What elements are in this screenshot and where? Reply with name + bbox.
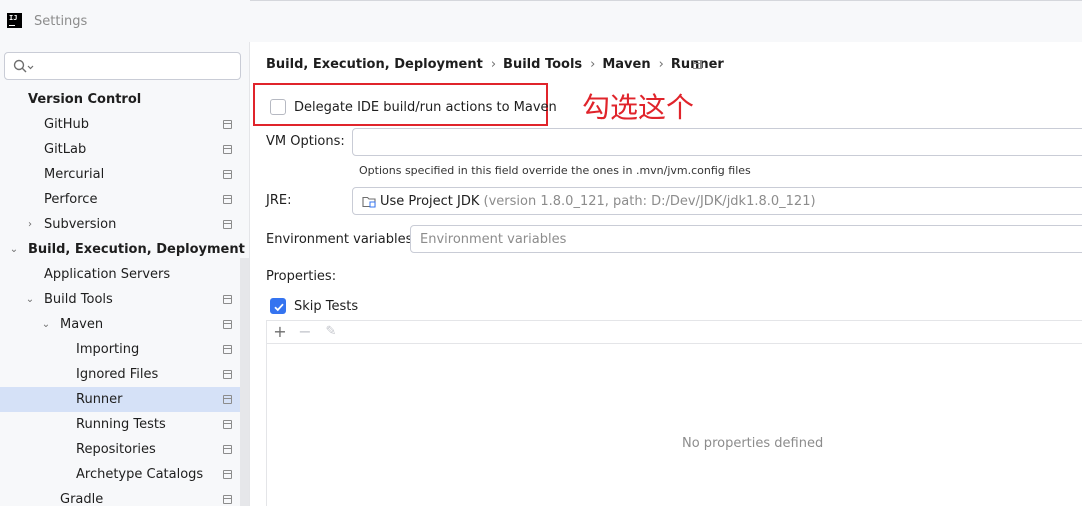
- sidebar-item-importing[interactable]: Importing: [0, 337, 240, 362]
- sidebar-item-repositories[interactable]: Repositories: [0, 437, 240, 462]
- chevron-down-icon[interactable]: ⌄: [24, 287, 36, 312]
- top-divider: [250, 0, 1082, 1]
- sidebar-item-label: GitLab: [44, 142, 87, 157]
- project-level-icon: [223, 220, 232, 229]
- properties-toolbar: + − ✎: [266, 320, 1082, 344]
- vm-options-hint: Options specified in this field override…: [359, 164, 751, 177]
- sidebar-item-application-servers[interactable]: Application Servers: [0, 262, 240, 287]
- sidebar-item-label: Mercurial: [44, 167, 105, 182]
- vm-options-input[interactable]: [352, 128, 1082, 156]
- sidebar-item-build-tools[interactable]: ⌄ Build Tools: [0, 287, 240, 312]
- settings-search-input[interactable]: [4, 52, 241, 80]
- jre-label: JRE:: [266, 193, 292, 208]
- project-level-icon: [223, 170, 232, 179]
- sidebar-item-label: Build, Execution, Deployment: [28, 242, 245, 257]
- breadcrumb: Build, Execution, Deployment › Build Tools…: [266, 57, 724, 72]
- folder-icon: [362, 196, 376, 208]
- skip-tests-label[interactable]: Skip Tests: [294, 299, 358, 314]
- sidebar-item-label: Runner: [76, 392, 123, 407]
- sidebar-item-runner[interactable]: Runner: [0, 387, 249, 412]
- search-icon: [13, 59, 34, 73]
- title-bar: IJ Settings: [0, 0, 1082, 42]
- breadcrumb-item: Build, Execution, Deployment: [266, 57, 483, 72]
- env-variables-label: Environment variables:: [266, 232, 417, 247]
- project-level-icon: [223, 195, 232, 204]
- chevron-down-icon[interactable]: ⌄: [8, 237, 20, 262]
- jre-detail: (version 1.8.0_121, path: D:/Dev/JDK/jdk…: [483, 194, 816, 209]
- breadcrumb-separator: ›: [590, 57, 596, 72]
- project-level-icon: [223, 145, 232, 154]
- settings-sidebar: Version Control GitHub GitLab Mercurial Perf…: [0, 42, 249, 506]
- sidebar-item-label: Application Servers: [44, 267, 171, 282]
- project-level-icon: [223, 445, 232, 454]
- sidebar-item-label: Repositories: [76, 442, 156, 457]
- sidebar-item-label: Ignored Files: [76, 367, 159, 382]
- sidebar-item-ignored-files[interactable]: Ignored Files: [0, 362, 240, 387]
- annotation-text: 勾选这个: [582, 91, 695, 124]
- project-level-icon: [223, 395, 232, 404]
- breadcrumb-separator: ›: [658, 57, 664, 72]
- sidebar-item-label: Importing: [76, 342, 140, 357]
- properties-empty-text: No properties defined: [682, 436, 824, 451]
- chevron-right-icon[interactable]: ›: [24, 212, 36, 237]
- intellij-logo-icon: IJ: [7, 13, 22, 28]
- project-level-icon: [223, 420, 232, 429]
- sidebar-item-perforce[interactable]: Perforce: [0, 187, 240, 212]
- sidebar-item-version-control[interactable]: Version Control: [0, 87, 240, 112]
- project-level-icon: [223, 370, 232, 379]
- check-icon: [274, 303, 284, 312]
- edit-property-button[interactable]: ✎: [322, 323, 340, 341]
- sidebar-item-label: Gradle: [60, 492, 104, 506]
- breadcrumb-item: Build Tools: [503, 57, 583, 72]
- sidebar-item-gradle[interactable]: Gradle: [0, 487, 240, 506]
- project-level-icon: [693, 60, 702, 69]
- sidebar-item-label: GitHub: [44, 117, 90, 132]
- delegate-label[interactable]: Delegate IDE build/run actions to Maven: [294, 100, 557, 115]
- sidebar-item-label: Running Tests: [76, 417, 166, 432]
- project-level-icon: [223, 345, 232, 354]
- runner-settings-panel: Build, Execution, Deployment › Build Tools…: [250, 42, 1082, 506]
- sidebar-item-label: Subversion: [44, 217, 117, 232]
- jre-value: Use Project JDK: [380, 194, 480, 209]
- add-property-button[interactable]: +: [271, 323, 289, 341]
- sidebar-item-running-tests[interactable]: Running Tests: [0, 412, 240, 437]
- sidebar-item-maven[interactable]: ⌄ Maven: [0, 312, 240, 337]
- sidebar-item-label: Build Tools: [44, 292, 113, 307]
- project-level-icon: [223, 120, 232, 129]
- sidebar-item-label: Perforce: [44, 192, 98, 207]
- sidebar-item-label: Archetype Catalogs: [76, 467, 204, 482]
- sidebar-item-label: Maven: [60, 317, 104, 332]
- env-variables-input[interactable]: Environment variables: [410, 225, 1082, 253]
- sidebar-item-archetype-catalogs[interactable]: Archetype Catalogs: [0, 462, 240, 487]
- project-level-icon: [223, 470, 232, 479]
- sidebar-item-mercurial[interactable]: Mercurial: [0, 162, 240, 187]
- sidebar-item-subversion[interactable]: › Subversion: [0, 212, 240, 237]
- sidebar-item-build-execution-deployment[interactable]: ⌄ Build, Execution, Deployment: [0, 237, 245, 262]
- delegate-checkbox[interactable]: [270, 99, 286, 115]
- project-level-icon: [223, 295, 232, 304]
- properties-label: Properties:: [266, 269, 337, 284]
- sidebar-item-gitlab[interactable]: GitLab: [0, 137, 240, 162]
- sidebar-item-label: Version Control: [28, 92, 142, 107]
- breadcrumb-separator: ›: [490, 57, 497, 72]
- remove-property-button[interactable]: −: [296, 323, 314, 341]
- window-title: Settings: [34, 14, 88, 29]
- project-level-icon: [223, 320, 232, 329]
- sidebar-scrollbar[interactable]: [240, 258, 249, 506]
- breadcrumb-item: Maven: [602, 57, 651, 72]
- sidebar-item-github[interactable]: GitHub: [0, 112, 240, 137]
- jre-select[interactable]: Use Project JDK (version 1.8.0_121, path…: [352, 187, 1082, 215]
- chevron-down-icon[interactable]: ⌄: [40, 312, 52, 337]
- skip-tests-checkbox[interactable]: [270, 298, 286, 314]
- vm-options-label: VM Options:: [266, 134, 345, 149]
- properties-table: [266, 320, 1082, 506]
- project-level-icon: [223, 495, 232, 504]
